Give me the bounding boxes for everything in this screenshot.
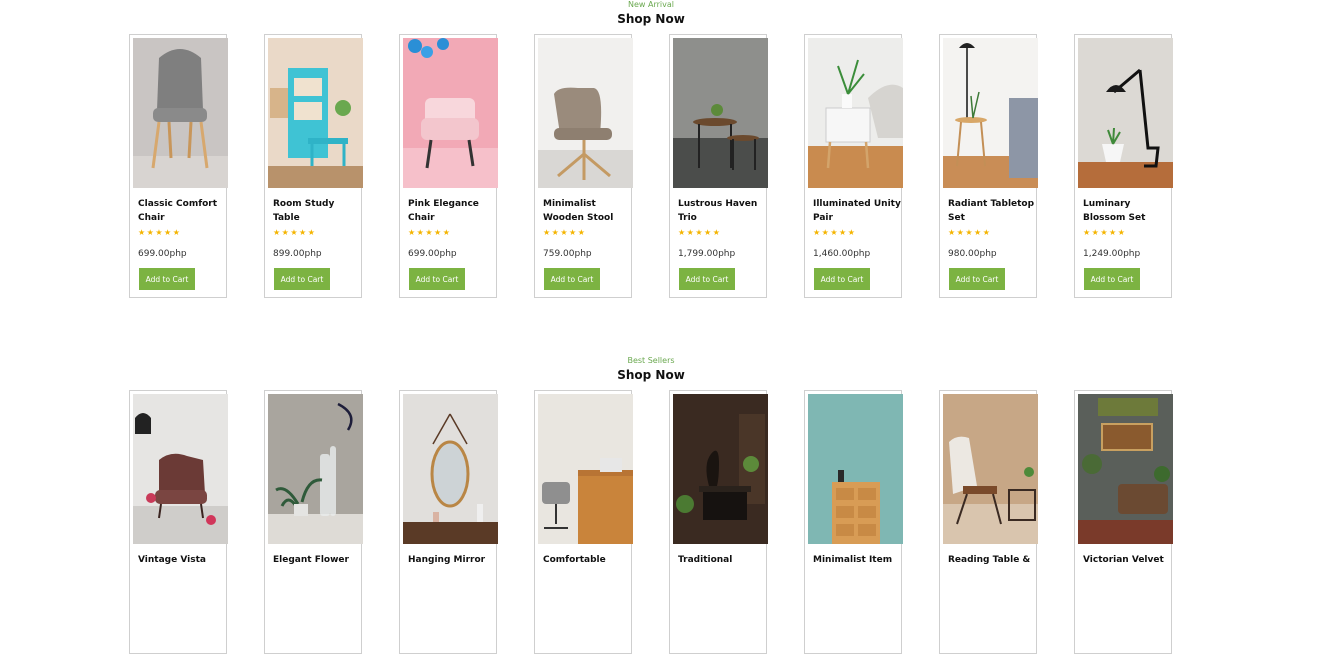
section-eyebrow: Best Sellers bbox=[627, 356, 675, 365]
product-price: 1,799.00php bbox=[678, 249, 736, 259]
product-card[interactable]: Lustrous Haven Trio ★★★★★ 1,799.00php Ad… bbox=[669, 34, 768, 298]
star-rating: ★★★★★ bbox=[1083, 228, 1127, 237]
product-card[interactable]: Minimalist Item bbox=[804, 390, 903, 654]
add-to-cart-button[interactable]: Add to Cart bbox=[544, 268, 600, 290]
product-card[interactable]: Minimalist Wooden Stool ★★★★★ 759.00php … bbox=[534, 34, 633, 298]
add-to-cart-button[interactable]: Add to Cart bbox=[274, 268, 330, 290]
product-card[interactable]: Elegant Flower bbox=[264, 390, 363, 654]
add-to-cart-button[interactable]: Add to Cart bbox=[949, 268, 1005, 290]
product-price: 759.00php bbox=[543, 249, 592, 259]
product-card[interactable]: Traditional bbox=[669, 390, 768, 654]
product-name[interactable]: Illuminated Unity Pair bbox=[813, 197, 901, 225]
star-rating: ★★★★★ bbox=[678, 228, 722, 237]
product-name[interactable]: Reading Table & bbox=[948, 553, 1036, 567]
product-image[interactable] bbox=[268, 38, 363, 188]
product-name[interactable]: Comfortable bbox=[543, 553, 631, 567]
product-name[interactable]: Hanging Mirror bbox=[408, 553, 496, 567]
product-name[interactable]: Classic Comfort Chair bbox=[138, 197, 226, 225]
product-image[interactable] bbox=[673, 394, 768, 544]
product-name[interactable]: Elegant Flower bbox=[273, 553, 361, 567]
product-name[interactable]: Radiant Tabletop Set bbox=[948, 197, 1036, 225]
star-rating: ★★★★★ bbox=[273, 228, 317, 237]
product-name[interactable]: Pink Elegance Chair bbox=[408, 197, 496, 225]
section-title: Shop Now bbox=[617, 12, 685, 26]
product-name[interactable]: Minimalist Wooden Stool bbox=[543, 197, 631, 225]
add-to-cart-button[interactable]: Add to Cart bbox=[814, 268, 870, 290]
star-rating: ★★★★★ bbox=[948, 228, 992, 237]
product-card[interactable]: Reading Table & bbox=[939, 390, 1038, 654]
product-name[interactable]: Room Study Table bbox=[273, 197, 361, 225]
product-image[interactable] bbox=[808, 38, 903, 188]
product-image[interactable] bbox=[943, 394, 1038, 544]
add-to-cart-button[interactable]: Add to Cart bbox=[139, 268, 195, 290]
product-name[interactable]: Luminary Blossom Set bbox=[1083, 197, 1171, 225]
product-image[interactable] bbox=[808, 394, 903, 544]
product-image[interactable] bbox=[1078, 38, 1173, 188]
product-price: 980.00php bbox=[948, 249, 997, 259]
product-name[interactable]: Victorian Velvet bbox=[1083, 553, 1171, 567]
product-card[interactable]: Comfortable bbox=[534, 390, 633, 654]
section-eyebrow: New Arrival bbox=[628, 0, 674, 9]
add-to-cart-button[interactable]: Add to Cart bbox=[1084, 268, 1140, 290]
star-rating: ★★★★★ bbox=[408, 228, 452, 237]
section-title: Shop Now bbox=[617, 368, 685, 382]
product-image[interactable] bbox=[133, 38, 228, 188]
product-name[interactable]: Traditional bbox=[678, 553, 766, 567]
product-name[interactable]: Lustrous Haven Trio bbox=[678, 197, 766, 225]
product-card[interactable]: Vintage Vista bbox=[129, 390, 228, 654]
product-price: 1,249.00php bbox=[1083, 249, 1141, 259]
product-card[interactable]: Radiant Tabletop Set ★★★★★ 980.00php Add… bbox=[939, 34, 1038, 298]
star-rating: ★★★★★ bbox=[138, 228, 182, 237]
product-price: 1,460.00php bbox=[813, 249, 871, 259]
product-card[interactable]: Pink Elegance Chair ★★★★★ 699.00php Add … bbox=[399, 34, 498, 298]
product-image[interactable] bbox=[268, 394, 363, 544]
add-to-cart-button[interactable]: Add to Cart bbox=[409, 268, 465, 290]
star-rating: ★★★★★ bbox=[813, 228, 857, 237]
product-image[interactable] bbox=[1078, 394, 1173, 544]
product-image[interactable] bbox=[538, 394, 633, 544]
product-price: 699.00php bbox=[138, 249, 187, 259]
product-card[interactable]: Illuminated Unity Pair ★★★★★ 1,460.00php… bbox=[804, 34, 903, 298]
product-card[interactable]: Luminary Blossom Set ★★★★★ 1,249.00php A… bbox=[1074, 34, 1173, 298]
product-card[interactable]: Classic Comfort Chair ★★★★★ 699.00php Ad… bbox=[129, 34, 228, 298]
product-image[interactable] bbox=[133, 394, 228, 544]
add-to-cart-button[interactable]: Add to Cart bbox=[679, 268, 735, 290]
product-image[interactable] bbox=[943, 38, 1038, 188]
product-price: 899.00php bbox=[273, 249, 322, 259]
product-card[interactable]: Room Study Table ★★★★★ 899.00php Add to … bbox=[264, 34, 363, 298]
product-image[interactable] bbox=[538, 38, 633, 188]
product-image[interactable] bbox=[403, 394, 498, 544]
product-name[interactable]: Vintage Vista bbox=[138, 553, 226, 567]
product-card[interactable]: Victorian Velvet bbox=[1074, 390, 1173, 654]
product-card[interactable]: Hanging Mirror bbox=[399, 390, 498, 654]
product-price: 699.00php bbox=[408, 249, 457, 259]
product-name[interactable]: Minimalist Item bbox=[813, 553, 901, 567]
product-image[interactable] bbox=[673, 38, 768, 188]
product-image[interactable] bbox=[403, 38, 498, 188]
star-rating: ★★★★★ bbox=[543, 228, 587, 237]
